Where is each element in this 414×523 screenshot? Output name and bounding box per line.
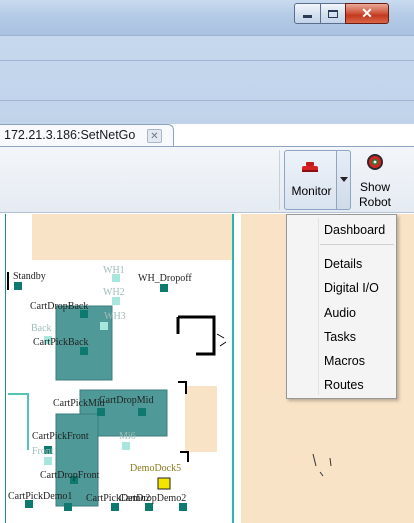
map-label: WH2 [103, 287, 125, 298]
show-robot-label: Show [359, 180, 391, 194]
maximize-icon [328, 9, 338, 18]
tab-label: 172.21.3.186:SetNetGo [4, 128, 136, 142]
toolbar [0, 147, 414, 213]
menu-item-details[interactable]: Details [324, 257, 362, 271]
goal-marker [145, 503, 153, 511]
window-frame-band [0, 36, 414, 124]
map-boundary-line [5, 214, 6, 523]
robot-car-icon [302, 162, 318, 172]
tab-connection[interactable]: 172.21.3.186:SetNetGo ✕ [0, 124, 174, 146]
laser-scan-obstacle [180, 451, 189, 462]
floor-region [32, 214, 232, 260]
minimize-icon [303, 15, 312, 18]
goal-marker [97, 408, 105, 416]
goal-marker-light [100, 322, 108, 330]
map-label: Back [31, 323, 52, 334]
map-label: Mi6 [119, 431, 136, 442]
goal-marker-light [44, 457, 52, 465]
menu-icon-gutter [318, 218, 319, 395]
map-label: Front [32, 446, 54, 457]
goal-marker [138, 408, 146, 416]
map-label: CartPickDemo1 [8, 491, 73, 502]
map-label: CartPickFront [32, 431, 89, 442]
goal-marker [111, 503, 119, 511]
map-label: WH1 [103, 265, 125, 276]
map-label: CartDropMid [99, 395, 154, 406]
goal-marker-light [112, 297, 120, 305]
menu-item-audio[interactable]: Audio [324, 306, 356, 320]
close-icon: ✕ [150, 130, 159, 142]
maximize-button[interactable] [320, 3, 346, 24]
goal-marker-light [122, 442, 130, 450]
minimize-button[interactable] [294, 3, 321, 24]
map-label: CartPickBack [33, 337, 89, 348]
laser-scan-obstacle [216, 333, 227, 347]
goal-marker [64, 503, 72, 511]
show-robot-label: Robot [358, 195, 392, 209]
show-robot-button[interactable]: Show Robot [355, 150, 395, 212]
laser-scan-obstacle [178, 381, 187, 394]
menu-item-macros[interactable]: Macros [324, 354, 365, 368]
robot-target-icon [367, 154, 383, 170]
menu-item-tasks[interactable]: Tasks [324, 330, 356, 344]
monitor-button[interactable]: Monitor [284, 150, 337, 210]
close-window-button[interactable]: ✕ [345, 3, 389, 24]
floor-region [185, 386, 217, 452]
laser-scan-obstacle [176, 315, 216, 356]
map-label: CartDropBack [30, 301, 89, 312]
menu-separator [320, 244, 394, 245]
menu-item-dashboard[interactable]: Dashboard [324, 223, 385, 237]
wall-line [232, 214, 234, 523]
map-label: Standby [13, 271, 46, 282]
menu-item-digital-io[interactable]: Digital I/O [324, 281, 379, 295]
menu-item-routes[interactable]: Routes [324, 378, 364, 392]
path-line [8, 393, 29, 450]
map-label: CartPickMid [53, 398, 105, 409]
map-label: WH3 [104, 311, 126, 322]
goal-marker [14, 282, 22, 290]
frame-divider [0, 100, 414, 101]
toolbar-separator [279, 150, 280, 210]
goal-marker [80, 347, 88, 355]
close-icon: ✕ [361, 5, 373, 21]
dock-marker [157, 477, 171, 490]
goal-marker [160, 284, 168, 292]
map-label: DemoDock5 [130, 463, 182, 474]
monitor-label: Monitor [291, 184, 332, 198]
frame-divider [0, 60, 414, 61]
monitor-dropdown-arrow[interactable] [336, 150, 351, 210]
goal-marker [179, 503, 187, 511]
monitor-dropdown-menu: Dashboard Details Digital I/O Audio Task… [286, 214, 397, 399]
tab-close-button[interactable]: ✕ [147, 129, 162, 143]
chevron-down-icon [340, 177, 348, 182]
map-label: CartDropFront [40, 470, 100, 481]
map-label: WH_Dropoff [138, 273, 192, 284]
map-label: CartDropDemo2 [119, 493, 187, 504]
